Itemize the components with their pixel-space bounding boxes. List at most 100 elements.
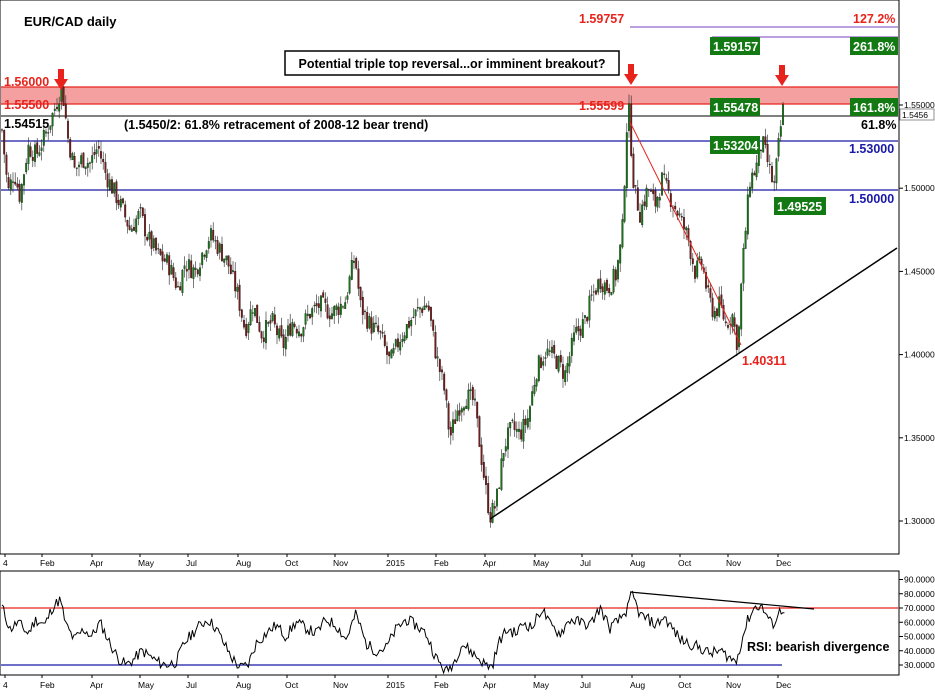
candle [782,101,784,126]
swing-label-nov-high: 1.53204 [713,139,758,153]
date-tick-label: May [533,558,550,568]
candle [405,323,408,341]
date-tick-label: Feb [40,558,55,568]
price-tick-label: 1.30000 [904,516,935,526]
date-tick-label: Nov [333,558,349,568]
date-tick-label: Oct [285,680,299,690]
candle [623,184,626,224]
rsi-tick-label: 70.0000 [904,603,935,613]
date-tick-label: 2015 [386,558,405,568]
rsi-axis: 30.0000 40.0000 50.0000 60.0000 70.0000 80.00… [899,575,935,670]
callout-text: Potential triple top reversal...or immin… [298,57,605,71]
candle [62,86,65,107]
candle [491,499,494,524]
rsi-tick-label: 50.0000 [904,632,935,642]
date-tick-label: Nov [333,680,349,690]
date-tick-label: Nov [726,558,742,568]
date-tick-label: Aug [236,680,251,690]
swing-label-dec-low: 1.49525 [777,200,822,214]
rsi-tick-label: 30.0000 [904,660,935,670]
level-label-154515: 1.54515 [4,117,49,131]
date-tick-label: Dec [776,558,792,568]
candle [478,415,481,447]
swing-label-nov-low: 1.40311 [742,354,787,368]
candle [625,123,628,198]
date-tick-label: Oct [678,680,692,690]
candle [740,282,743,337]
date-tick-label: Jul [580,558,591,568]
price-axis: 1.30000 1.35000 1.40000 1.45000 1.50000 1.550… [899,100,935,526]
level-label-155500: 1.55500 [4,98,49,112]
ext-label-127: 127.2% [853,12,895,26]
candle [355,256,358,271]
price-tick-label: 1.55000 [904,100,935,110]
current-price-label: 1.5456 [902,110,928,120]
candle [82,152,85,169]
date-tick-label: Apr [90,680,103,690]
date-tick-label: Oct [678,558,692,568]
candle [612,265,615,295]
eurcad-chart: EUR/CAD daily Potential triple top rever… [0,0,935,690]
date-tick-label: Nov [726,680,742,690]
candle [557,355,560,374]
chart-root: EUR/CAD daily Potential triple top rever… [0,0,935,693]
date-tick-label: Apr [483,558,496,568]
rsi-tick-label: 60.0000 [904,617,935,627]
candle [661,171,663,196]
retracement-note: (1.5450/2: 61.8% retracement of 2008-12 … [124,118,428,132]
date-tick-label: Feb [434,680,449,690]
date-tick-label: Apr [90,558,103,568]
date-tick-label: 4 [3,680,8,690]
date-tick-label: Jul [186,680,197,690]
date-tick-label: Oct [285,558,299,568]
date-tick-label: Aug [630,558,645,568]
date-axis-rsi: 4 Feb Apr May Jul Aug Oct Nov 2015 Feb Apr May Jul Au… [3,675,792,690]
date-tick-label: Feb [434,558,449,568]
date-tick-label: Dec [776,680,792,690]
date-tick-label: May [533,680,550,690]
date-tick-label: Aug [630,680,645,690]
level-label-150000: 1.50000 [849,192,894,206]
candle [181,269,184,296]
chart-title: EUR/CAD daily [24,14,117,29]
ext-label-261: 261.8% [853,40,895,54]
rsi-tick-label: 80.0000 [904,589,935,599]
date-tick-label: Jul [580,680,591,690]
candle [645,184,648,210]
price-tick-label: 1.50000 [904,183,935,193]
date-tick-label: Aug [236,558,251,568]
candle [69,137,72,161]
date-tick-label: Feb [40,680,55,690]
date-tick-label: Apr [483,680,496,690]
price-tick-label: 1.40000 [904,350,935,360]
date-tick-label: May [138,558,155,568]
swing-label-aug-high: 1.55599 [579,99,624,113]
price-tick-label: 1.45000 [904,266,935,276]
candle [610,291,613,296]
date-axis-main: 4 Feb Apr May Jul Aug Oct Nov 2015 Feb Apr May Jul Au… [3,554,792,568]
rsi-tick-label: 40.0000 [904,646,935,656]
date-tick-label: May [138,680,155,690]
ext-label-159157: 1.59157 [713,40,758,54]
candle [348,274,351,295]
ext-label-161: 161.8% [853,101,895,115]
fib-label-61-8: 61.8% [861,118,896,132]
level-label-156000: 1.56000 [4,75,49,89]
price-tick-label: 1.35000 [904,433,935,443]
level-label-153000: 1.53000 [849,142,894,156]
candle [617,259,619,283]
candle [390,348,393,359]
ext-label-159757: 1.59757 [579,12,624,26]
ext-label-155478: 1.55478 [713,101,758,115]
candle [762,136,765,153]
candle [256,304,259,323]
date-tick-label: Jul [186,558,197,568]
rsi-tick-label: 90.0000 [904,575,935,585]
resistance-zone [1,87,898,104]
date-tick-label: 2015 [386,680,405,690]
candle [537,354,540,383]
rsi-note: RSI: bearish divergence [747,640,889,654]
date-tick-label: 4 [3,558,8,568]
candle [555,354,558,370]
price-panel [0,0,900,555]
